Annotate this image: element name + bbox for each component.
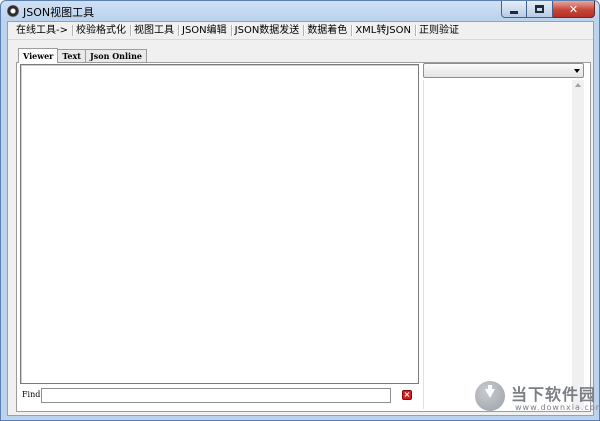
node-select-dropdown[interactable] xyxy=(423,63,584,78)
menu-item-regex-validate[interactable]: 正则验证 xyxy=(415,23,463,38)
watermark-url: www.downxia.com xyxy=(515,403,600,412)
menu-bar: 在线工具-> 校验格式化 视图工具 JSON编辑 JSON数据发送 数据着色 X… xyxy=(8,22,593,39)
vertical-scrollbar[interactable] xyxy=(572,80,584,409)
tab-text[interactable]: Text xyxy=(57,49,86,62)
minimize-button[interactable] xyxy=(501,1,527,18)
menu-item-json-edit[interactable]: JSON编辑 xyxy=(178,23,231,38)
menu-item-validate-format[interactable]: 校验格式化 xyxy=(72,23,130,38)
property-list[interactable] xyxy=(423,80,584,409)
find-label: Find xyxy=(22,390,41,399)
tab-json-online[interactable]: Json Online xyxy=(84,49,147,62)
watermark-title: 当下软件园 xyxy=(511,385,597,404)
maximize-button[interactable] xyxy=(527,1,553,18)
clear-find-button[interactable]: × xyxy=(402,390,412,400)
close-button[interactable]: ✕ xyxy=(553,1,595,18)
menu-item-online-tools[interactable]: 在线工具-> xyxy=(10,23,72,38)
tab-viewer[interactable]: Viewer xyxy=(18,48,59,63)
scroll-up-icon[interactable] xyxy=(575,83,581,87)
find-input[interactable] xyxy=(41,388,391,403)
close-icon: ✕ xyxy=(568,2,579,16)
json-tree-view[interactable] xyxy=(20,64,419,384)
menu-item-data-coloring[interactable]: 数据着色 xyxy=(303,23,351,38)
menu-item-xml-to-json[interactable]: XML转JSON xyxy=(351,23,415,38)
title-bar[interactable]: JSON视图工具 ✕ xyxy=(1,1,599,21)
minimize-icon xyxy=(510,10,518,14)
tab-strip: Viewer Text Json Online xyxy=(18,46,147,63)
client-area: 在线工具-> 校验格式化 视图工具 JSON编辑 JSON数据发送 数据着色 X… xyxy=(7,21,594,416)
app-icon[interactable] xyxy=(7,5,19,17)
viewer-tab-page: Find × xyxy=(16,62,591,412)
window-title: JSON视图工具 xyxy=(23,6,95,19)
site-watermark: 当下软件园 www.downxia.com xyxy=(471,377,600,417)
maximize-icon xyxy=(535,5,544,13)
app-window: JSON视图工具 ✕ 在线工具-> 校验格式化 视图工具 JSON编辑 JSON… xyxy=(0,0,600,421)
chevron-down-icon xyxy=(574,69,580,73)
window-controls: ✕ xyxy=(501,1,595,19)
menu-item-json-send[interactable]: JSON数据发送 xyxy=(230,23,304,38)
menu-divider xyxy=(8,39,593,40)
download-arrow-icon xyxy=(485,389,495,399)
menu-item-view-tool[interactable]: 视图工具 xyxy=(130,23,178,38)
